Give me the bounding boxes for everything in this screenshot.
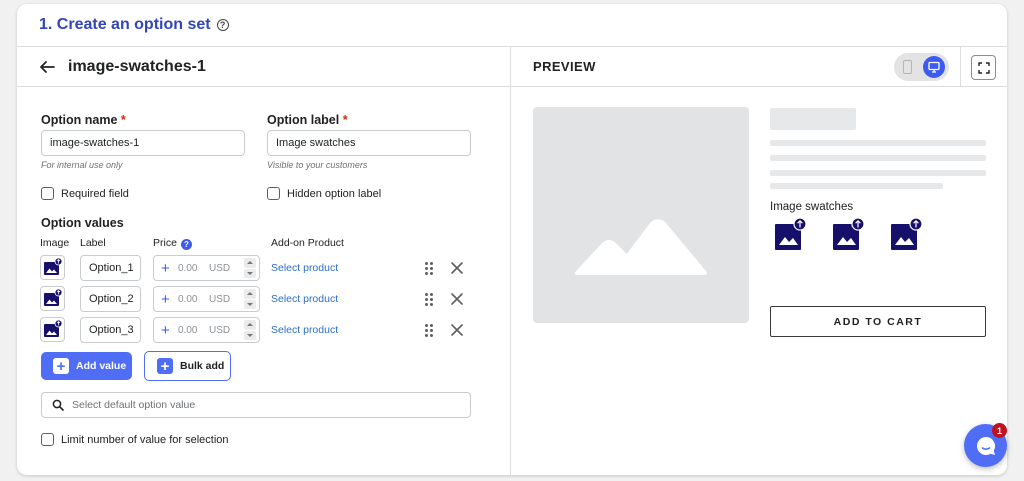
preview-header: PREVIEW xyxy=(511,47,1007,87)
column-price: Price? xyxy=(153,237,192,250)
drag-handle-icon[interactable] xyxy=(425,324,433,337)
price-stepper[interactable] xyxy=(244,320,256,340)
drag-handle-icon[interactable] xyxy=(425,262,433,275)
hidden-option-label-text: Hidden option label xyxy=(287,188,382,200)
option-label-input[interactable]: Option_1 xyxy=(80,255,141,281)
add-to-cart-button[interactable]: ADD TO CART xyxy=(770,306,986,337)
required-field-checkbox[interactable] xyxy=(41,187,54,200)
title-placeholder xyxy=(770,108,856,130)
plus-icon[interactable]: + xyxy=(154,323,172,338)
price-input[interactable]: + 0.00 USD xyxy=(153,317,260,343)
image-upload-icon xyxy=(44,257,63,275)
text-placeholder xyxy=(770,183,943,189)
image-swatch-icon[interactable] xyxy=(774,217,808,252)
option-label-label: Option label * xyxy=(267,113,348,127)
column-addon-product: Add-on Product xyxy=(271,237,344,249)
help-icon[interactable]: ? xyxy=(216,19,229,31)
close-icon[interactable] xyxy=(451,324,463,336)
plus-icon: + xyxy=(157,358,173,374)
header-divider xyxy=(960,47,961,87)
column-image: Image xyxy=(40,237,70,249)
section-title: 1. Create an option set xyxy=(39,16,211,33)
image-upload-icon xyxy=(44,319,63,337)
option-name-input[interactable]: image-swatches-1 xyxy=(41,130,245,156)
option-label-input[interactable]: Option_3 xyxy=(80,317,141,343)
limit-selection-label: Limit number of value for selection xyxy=(61,434,229,446)
preview-panel: PREVIEW Image swatches ADD TO CART xyxy=(511,47,1007,475)
text-placeholder xyxy=(770,140,986,146)
option-name-help: For internal use only xyxy=(41,160,123,170)
plus-icon[interactable]: + xyxy=(154,292,172,307)
search-icon xyxy=(52,399,64,411)
option-value-row: Option_2 + 0.00 USD Select product xyxy=(40,286,500,312)
preview-option-label: Image swatches xyxy=(770,201,854,213)
bulk-add-button[interactable]: + Bulk add xyxy=(144,351,231,381)
select-product-link[interactable]: Select product xyxy=(271,324,338,336)
desktop-icon[interactable] xyxy=(923,56,945,78)
drag-handle-icon[interactable] xyxy=(425,293,433,306)
option-name-label: Option name * xyxy=(41,113,126,127)
image-swatch-icon[interactable] xyxy=(890,217,924,252)
editor-panel: image-swatches-1 Option name * image-swa… xyxy=(17,47,511,475)
price-stepper[interactable] xyxy=(244,289,256,309)
price-stepper[interactable] xyxy=(244,258,256,278)
device-toggle[interactable] xyxy=(894,53,949,81)
hidden-option-label-checkbox[interactable] xyxy=(267,187,280,200)
limit-selection-checkbox[interactable] xyxy=(41,433,54,446)
option-label-help: Visible to your customers xyxy=(267,160,368,170)
close-icon[interactable] xyxy=(451,293,463,305)
price-input[interactable]: + 0.00 USD xyxy=(153,286,260,312)
product-image-placeholder xyxy=(533,107,749,323)
close-icon[interactable] xyxy=(451,262,463,274)
preview-title: PREVIEW xyxy=(533,59,596,74)
fullscreen-button[interactable] xyxy=(971,55,996,80)
option-image-upload[interactable] xyxy=(40,286,65,311)
default-option-search[interactable]: Select default option value xyxy=(41,392,471,418)
price-help-icon[interactable]: ? xyxy=(180,239,192,250)
chat-bubble-icon xyxy=(976,436,995,455)
option-image-upload[interactable] xyxy=(40,255,65,280)
required-field-label: Required field xyxy=(61,188,129,200)
plus-icon: + xyxy=(53,358,69,374)
option-value-row: Option_3 + 0.00 USD Select product xyxy=(40,317,500,343)
text-placeholder xyxy=(770,155,986,161)
option-set-card: 1. Create an option set ? image-swatches… xyxy=(17,4,1007,475)
mobile-icon[interactable] xyxy=(903,60,912,74)
notification-badge: 1 xyxy=(992,423,1007,438)
price-input[interactable]: + 0.00 USD xyxy=(153,255,260,281)
option-label-input[interactable]: Image swatches xyxy=(267,130,471,156)
editor-header: image-swatches-1 xyxy=(17,47,510,87)
fullscreen-icon xyxy=(977,61,990,74)
option-value-row: Option_1 + 0.00 USD Select product xyxy=(40,255,500,281)
option-set-title: image-swatches-1 xyxy=(68,57,206,75)
default-option-placeholder: Select default option value xyxy=(72,399,196,411)
plus-icon[interactable]: + xyxy=(154,261,172,276)
select-product-link[interactable]: Select product xyxy=(271,293,338,305)
option-values-label: Option values xyxy=(41,216,124,230)
image-swatch-icon[interactable] xyxy=(832,217,866,252)
text-placeholder xyxy=(770,170,986,176)
back-arrow-icon[interactable] xyxy=(39,59,55,75)
add-value-button[interactable]: + Add value xyxy=(41,352,132,380)
image-placeholder-icon xyxy=(575,219,707,275)
option-label-input[interactable]: Option_2 xyxy=(80,286,141,312)
column-label: Label xyxy=(80,237,106,249)
option-image-upload[interactable] xyxy=(40,317,65,342)
image-upload-icon xyxy=(44,288,63,306)
select-product-link[interactable]: Select product xyxy=(271,262,338,274)
card-header: 1. Create an option set ? xyxy=(17,4,1007,47)
